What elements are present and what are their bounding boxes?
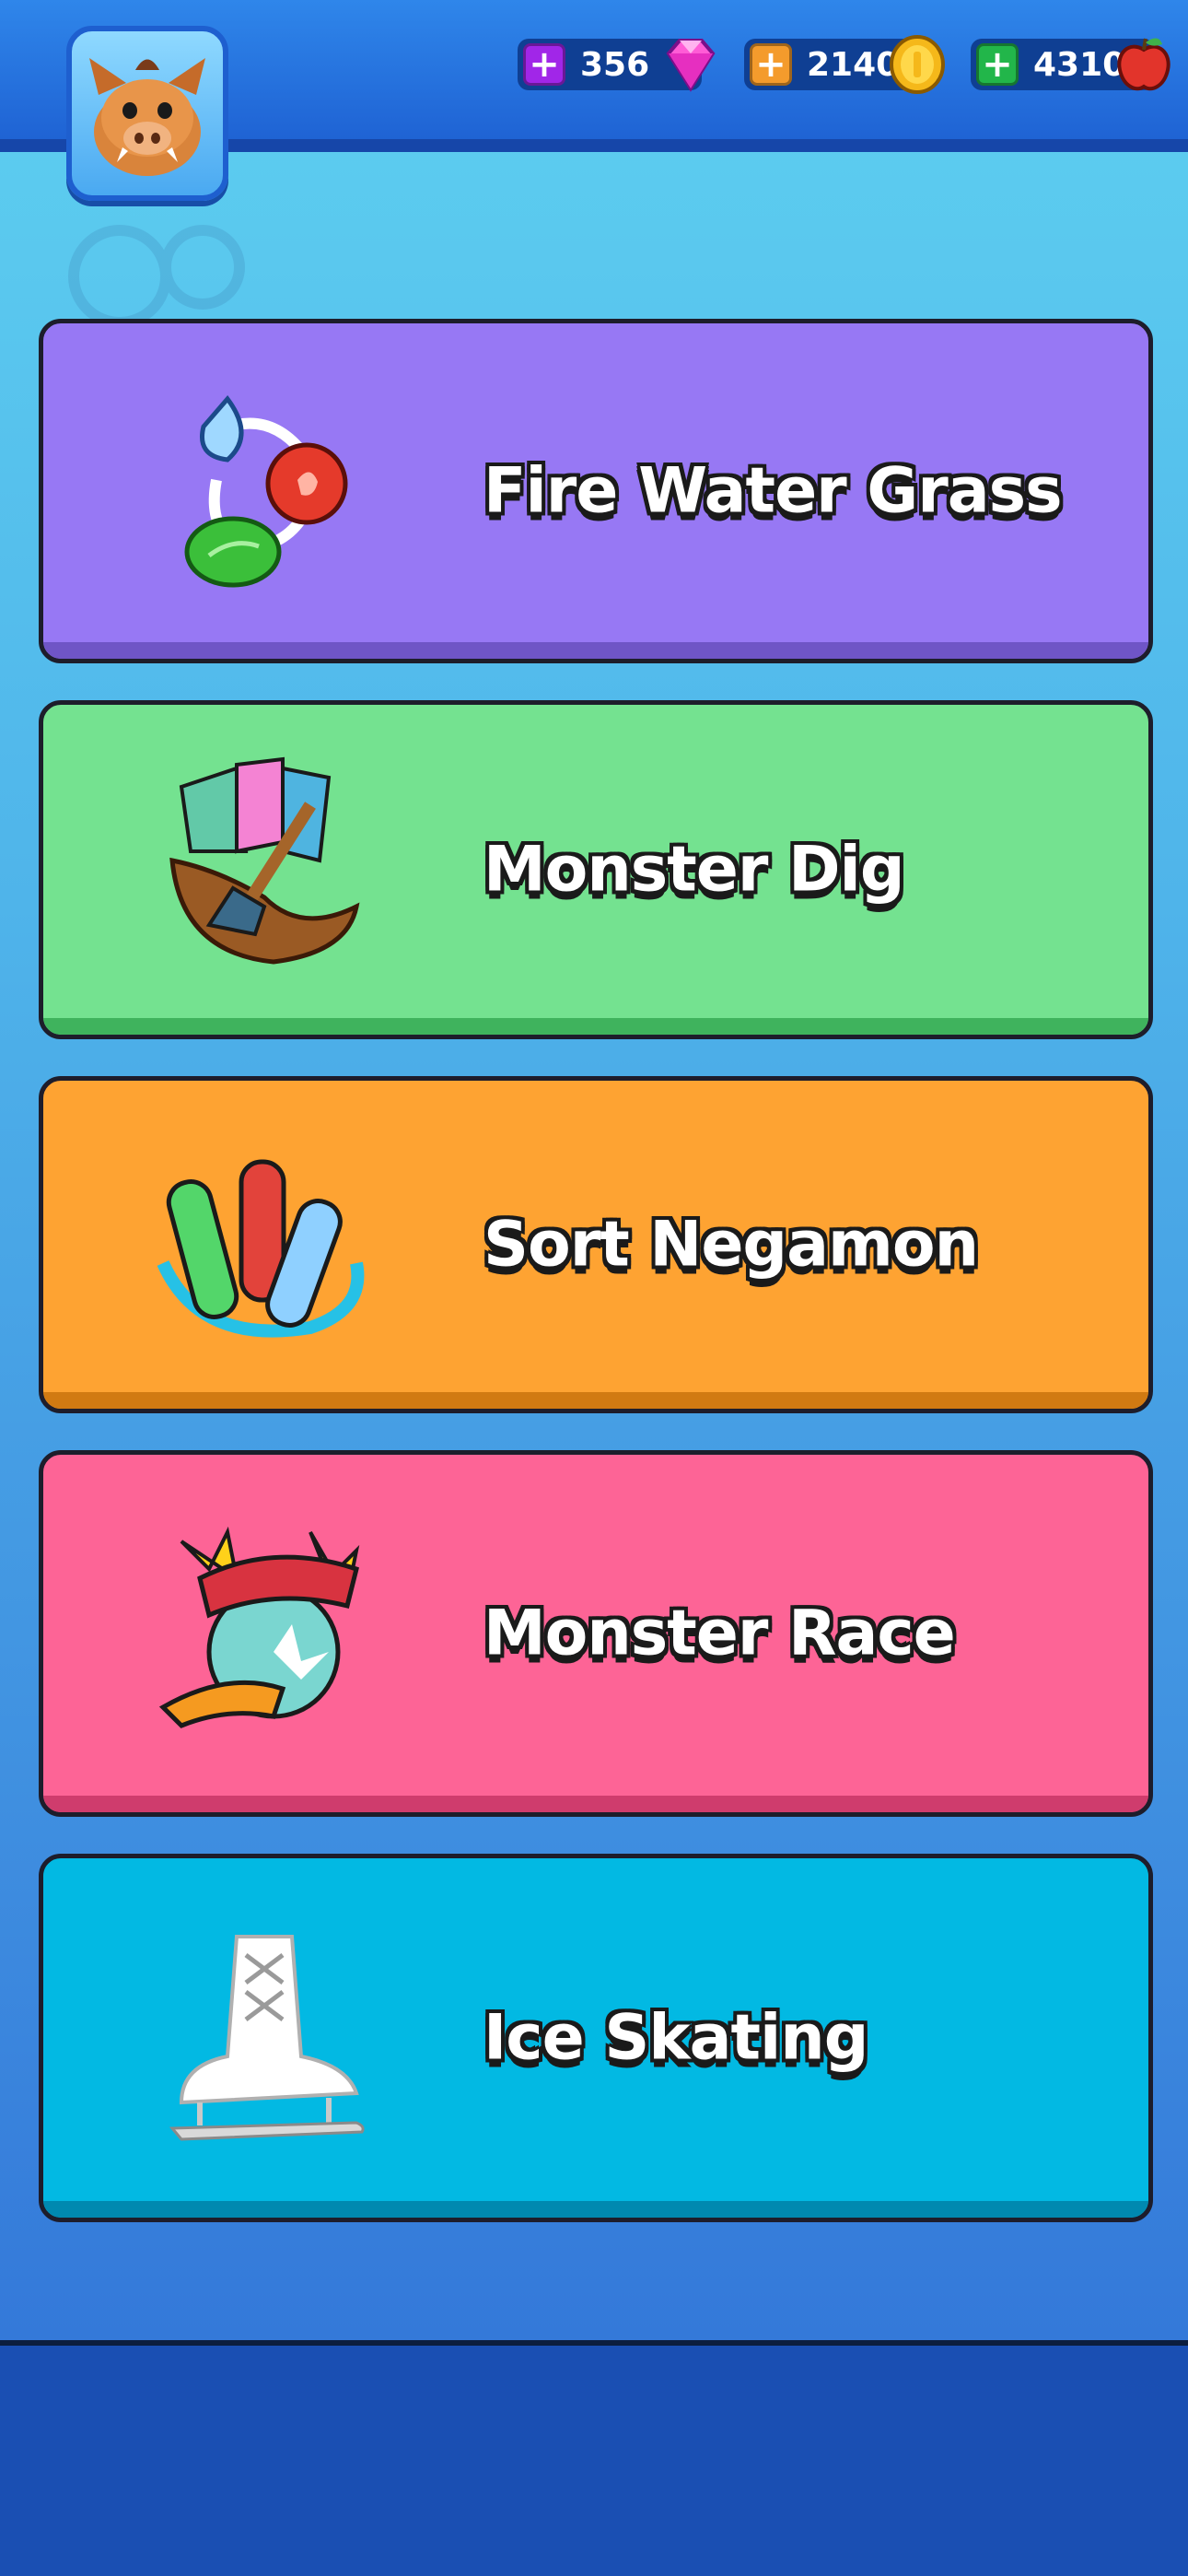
add-coins-button[interactable]: +	[750, 43, 792, 86]
game-card-monster-dig[interactable]: Monster Dig	[39, 700, 1153, 1039]
game-title: Ice Skating	[483, 2001, 868, 2075]
gem-count: 356	[580, 45, 650, 84]
card-shade	[43, 642, 1148, 659]
card-shade	[43, 1392, 1148, 1409]
profile-avatar[interactable]	[66, 26, 228, 201]
game-title: Sort Negamon	[483, 1208, 979, 1282]
apple-icon	[1117, 38, 1171, 91]
gem-icon	[666, 39, 716, 92]
card-shade	[43, 1796, 1148, 1812]
game-card-sort-negamon[interactable]: Sort Negamon	[39, 1076, 1153, 1413]
shovel-dig-icon	[169, 756, 360, 965]
race-wheel-icon	[158, 1526, 360, 1728]
bottom-bar	[0, 2340, 1188, 2576]
test-tubes-icon	[157, 1159, 365, 1338]
ice-skate-icon	[169, 1935, 365, 2141]
card-shade	[43, 2201, 1148, 2218]
game-title: Monster Dig	[483, 833, 905, 907]
add-apples-button[interactable]: +	[976, 43, 1019, 86]
game-card-ice-skating[interactable]: Ice Skating	[39, 1854, 1153, 2222]
coin-icon	[890, 35, 945, 94]
add-gems-button[interactable]: +	[523, 43, 565, 86]
fire-water-grass-cycle-icon	[184, 395, 348, 588]
card-shade	[43, 1018, 1148, 1035]
game-title: Monster Race	[483, 1597, 956, 1670]
game-title: Fire Water Grass	[483, 454, 1063, 528]
boar-avatar-icon	[89, 58, 205, 176]
game-card-fire-water-grass[interactable]: Fire Water Grass	[39, 319, 1153, 663]
apple-counter[interactable]: + 4310	[971, 38, 1171, 91]
gem-counter[interactable]: + 356	[518, 39, 716, 92]
coin-counter[interactable]: + 2140	[744, 35, 945, 94]
game-card-monster-race[interactable]: Monster Race	[39, 1450, 1153, 1817]
